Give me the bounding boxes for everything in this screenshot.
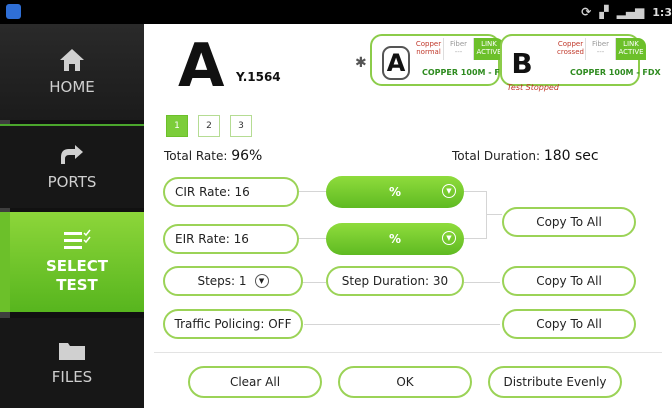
port-b-tab-fiber-sub: --- (596, 48, 605, 56)
cir-unit-label: % (388, 185, 402, 199)
port-b-tabs: Copper crossed Fiber --- LINK ACTIVE (556, 38, 646, 60)
port-b-tab-link[interactable]: LINK ACTIVE (616, 38, 646, 60)
folder-icon (59, 343, 85, 360)
connector-line (304, 324, 500, 325)
total-rate-label: Total Rate: (164, 149, 232, 163)
nav-select-label-line1: SELECT (45, 257, 109, 275)
ok-button[interactable]: OK (338, 366, 472, 398)
ports-icon (61, 145, 83, 164)
chevron-down-icon: ▼ (442, 231, 456, 245)
step-duration-field[interactable]: Step Duration: 30 (326, 266, 464, 296)
distribute-evenly-button[interactable]: Distribute Evenly (488, 366, 622, 398)
port-b-tab-link-sub: ACTIVE (618, 48, 644, 56)
home-icon (60, 49, 84, 71)
nav-home[interactable]: HOME (0, 24, 144, 120)
total-rate: Total Rate: 96% (164, 148, 262, 164)
clear-all-button[interactable]: Clear All (188, 366, 322, 398)
signal-icon: ▂▄▆ (616, 5, 645, 19)
chevron-down-icon: ▼ (254, 274, 269, 288)
copy-to-all-button-rates[interactable]: Copy To All (502, 207, 636, 237)
cir-unit-select[interactable]: % ▼ (326, 176, 464, 208)
eir-rate-field[interactable]: EIR Rate: 16 (163, 224, 299, 254)
total-duration-value: 180 sec (543, 148, 599, 164)
connector-line (464, 191, 486, 192)
port-a-panel[interactable]: A Copper normal Fiber --- LINK ACTIVE CO… (370, 34, 513, 86)
port-a-tab-fiber-label: Fiber (449, 40, 468, 48)
port-a-tab-fiber[interactable]: Fiber --- (444, 38, 474, 60)
nav-select-test[interactable]: SELECT TEST (0, 212, 144, 312)
connector-line (486, 214, 502, 215)
device-letter: A (178, 31, 225, 101)
nav-home-label: HOME (49, 78, 95, 96)
steps-select[interactable]: Steps: 1 ▼ (163, 266, 303, 296)
total-duration-label: Total Duration: (452, 149, 544, 163)
status-bar: ⟳ ▞ ▂▄▆ 1:3 (0, 0, 672, 24)
total-duration: Total Duration: 180 sec (452, 148, 599, 164)
sync-icon: ⟳ (581, 5, 592, 19)
port-b-tab-fiber-label: Fiber (591, 40, 610, 48)
eir-unit-select[interactable]: % ▼ (326, 223, 464, 255)
nav-select-label-line2: TEST (56, 276, 98, 294)
total-rate-value: 96% (231, 148, 263, 164)
ethernet-icon: ▞ (599, 5, 609, 19)
test-status: Test Stopped (507, 83, 559, 92)
eir-unit-label: % (388, 232, 402, 246)
traffic-policing-toggle[interactable]: Traffic Policing: OFF (163, 309, 303, 339)
nav-files-label: FILES (51, 368, 93, 386)
port-b-tab-link-label: LINK (623, 40, 639, 48)
nav-ports[interactable]: PORTS (0, 124, 144, 208)
port-b-tab-copper-label: Copper (557, 40, 584, 48)
checklist-icon (64, 229, 91, 249)
steps-label: Steps: 1 (197, 274, 247, 288)
page-tab-2[interactable]: 2 (198, 115, 220, 137)
nav-ports-label: PORTS (47, 173, 97, 191)
port-b-status: COPPER 100M - FDX (570, 68, 661, 77)
connector-line (486, 191, 487, 239)
page-tab-3[interactable]: 3 (230, 115, 252, 137)
nav-select-label: SELECT TEST (46, 257, 108, 295)
copy-to-all-button-steps[interactable]: Copy To All (502, 266, 636, 296)
connector-line (298, 191, 328, 192)
status-right: ⟳ ▞ ▂▄▆ 1:3 (581, 0, 672, 24)
nav-files[interactable]: FILES (0, 318, 144, 408)
port-b-tab-copper-sub: crossed (557, 48, 584, 56)
port-b-letter: B (508, 46, 536, 80)
connector-line (464, 282, 500, 283)
connector-line (464, 238, 486, 239)
port-a-tab-copper-label: Copper (415, 40, 442, 48)
port-b-tab-fiber[interactable]: Fiber --- (586, 38, 616, 60)
bluetooth-icon: ✱ (355, 55, 367, 71)
test-name: Y.1564 (236, 70, 281, 84)
port-a-tab-copper[interactable]: Copper normal (414, 38, 444, 60)
port-a-tab-copper-sub: normal (416, 48, 441, 56)
clock: 1:3 (652, 5, 672, 19)
connector-line (302, 282, 326, 283)
app-icon (6, 4, 21, 19)
port-b-tab-copper[interactable]: Copper crossed (556, 38, 586, 60)
port-a-letter: A (382, 46, 410, 80)
port-a-tabs: Copper normal Fiber --- LINK ACTIVE (414, 38, 504, 60)
connector-line (298, 238, 328, 239)
port-a-tab-fiber-sub: --- (454, 48, 463, 56)
page-tab-1[interactable]: 1 (166, 115, 188, 137)
port-b-panel[interactable]: B Copper crossed Fiber --- LINK ACTIVE C… (500, 34, 661, 86)
chevron-down-icon: ▼ (442, 184, 456, 198)
port-a-tab-link-label: LINK (481, 40, 497, 48)
cir-rate-field[interactable]: CIR Rate: 16 (163, 177, 299, 207)
copy-to-all-button-policing[interactable]: Copy To All (502, 309, 636, 339)
divider (154, 352, 662, 353)
